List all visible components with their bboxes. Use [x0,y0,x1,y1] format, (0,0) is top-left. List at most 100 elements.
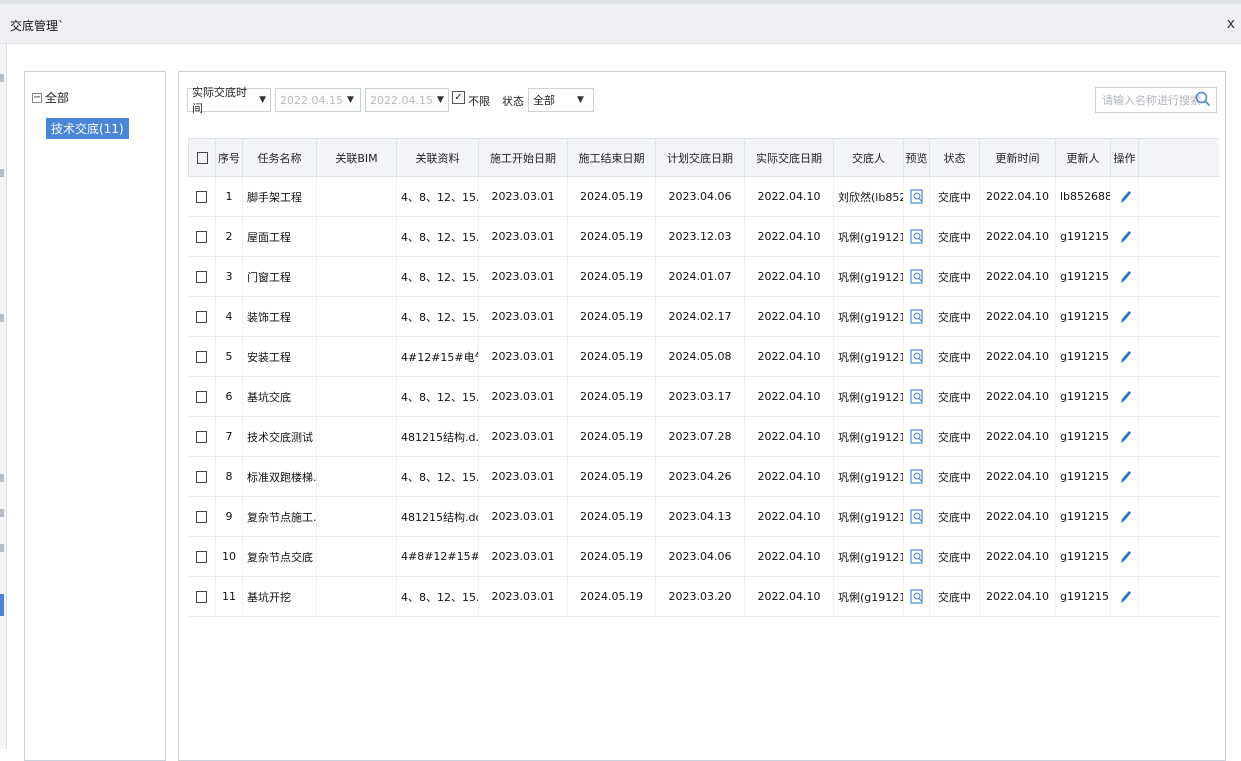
edit-cell[interactable] [1110,576,1139,617]
tree-node-tech-disclosure[interactable]: 技术交底(11) [46,118,129,139]
row-checkbox-cell[interactable] [188,296,216,337]
search-input[interactable]: 请输入名称进行搜索 [1095,87,1217,113]
edit-cell[interactable] [1110,376,1139,417]
table-row[interactable]: 9复杂节点施工... 481215结构.doc2023.03.012024.05.… [188,496,1219,537]
edit-cell[interactable] [1110,296,1139,337]
preview-icon[interactable] [909,509,924,524]
table-row[interactable]: 1 脚手架工程 4、8、12、15... 2023.03.01 2024.05.19 20… [188,176,1219,217]
preview-cell[interactable] [903,176,930,217]
cell-status[interactable]: 交底中 [929,296,980,337]
table-row[interactable]: 2 屋面工程 4、8、12、15... 2023.03.01 2024.05.19 202… [188,216,1219,257]
row-checkbox[interactable] [196,231,208,243]
pencil-icon[interactable] [1118,509,1132,525]
row-checkbox-cell[interactable] [188,376,216,417]
edit-cell[interactable] [1110,176,1139,217]
pencil-icon[interactable] [1118,469,1132,485]
cell-status[interactable]: 交底中 [929,376,980,417]
row-checkbox[interactable] [196,431,208,443]
preview-icon[interactable] [909,269,924,284]
preview-cell[interactable] [903,376,930,417]
edit-cell[interactable] [1110,256,1139,297]
table-row[interactable]: 11 基坑开挖 4、8、12、15... 2023.03.01 2024.05.19 20… [188,576,1219,617]
preview-cell[interactable] [903,536,930,577]
date-from-picker[interactable]: 2022.04.15 ▼ [275,88,361,112]
row-checkbox-cell[interactable] [188,416,216,457]
status-select[interactable]: 全部 ▼ [528,88,594,112]
collapse-icon[interactable]: − [32,92,42,103]
row-checkbox[interactable] [196,591,208,603]
cell-status[interactable]: 交底中 [929,496,980,537]
select-all-cell[interactable] [188,138,216,177]
cell-status[interactable]: 交底中 [929,336,980,377]
cell-status[interactable]: 交底中 [929,456,980,497]
row-checkbox-cell[interactable] [188,536,216,577]
preview-cell[interactable] [903,256,930,297]
edit-cell[interactable] [1110,416,1139,457]
preview-icon[interactable] [909,309,924,324]
edit-cell[interactable] [1110,216,1139,257]
table-row[interactable]: 10复杂节点交底 4#8#12#15#...2023.03.012024.05.1… [188,536,1219,577]
pencil-icon[interactable] [1118,389,1132,405]
row-checkbox-cell[interactable] [188,576,216,617]
row-checkbox[interactable] [196,351,208,363]
row-checkbox-cell[interactable] [188,336,216,377]
table-row[interactable]: 8 标准双跑楼梯... 4、8、12、15... 2023.03.01 2024.05.… [188,456,1219,497]
row-checkbox[interactable] [196,191,208,203]
row-checkbox[interactable] [196,271,208,283]
row-checkbox[interactable] [196,471,208,483]
table-row[interactable]: 7 技术交底测试 481215结构.d... 2023.03.01 2024.05.19… [188,416,1219,457]
cell-status[interactable]: 交底中 [929,256,980,297]
cell-status[interactable]: 交底中 [929,216,980,257]
unlimited-checkbox[interactable]: ✓ [452,91,465,104]
preview-cell[interactable] [903,416,930,457]
cell-status[interactable]: 交底中 [929,576,980,617]
table-row[interactable]: 3 门窗工程 4、8、12、15... 2023.03.01 2024.05.19 202… [188,256,1219,297]
row-checkbox[interactable] [196,511,208,523]
row-checkbox[interactable] [196,391,208,403]
pencil-icon[interactable] [1118,589,1132,605]
preview-cell[interactable] [903,296,930,337]
preview-cell[interactable] [903,216,930,257]
preview-cell[interactable] [903,496,930,537]
preview-icon[interactable] [909,589,924,604]
date-type-select[interactable]: 实际交底时间 ▼ [187,86,271,115]
table-row[interactable]: 6 基坑交底 4、8、12、15... 2023.03.01 2024.05.19 202… [188,376,1219,417]
date-to-picker[interactable]: 2022.04.15 ▼ [365,88,449,112]
cell-status[interactable]: 交底中 [929,416,980,457]
preview-icon[interactable] [909,429,924,444]
preview-cell[interactable] [903,576,930,617]
edit-cell[interactable] [1110,336,1139,377]
preview-icon[interactable] [909,349,924,364]
edit-cell[interactable] [1110,496,1139,537]
preview-icon[interactable] [909,549,924,564]
edit-cell[interactable] [1110,456,1139,497]
pencil-icon[interactable] [1118,349,1132,365]
pencil-icon[interactable] [1118,429,1132,445]
row-checkbox-cell[interactable] [188,216,216,257]
cell-status[interactable]: 交底中 [929,176,980,217]
table-row[interactable]: 5安装工程4#12#15#电气...2023.03.012024.05.1920… [188,336,1219,377]
pencil-icon[interactable] [1118,269,1132,285]
tree-node-all-label[interactable]: 全部 [45,89,69,106]
table-row[interactable]: 4 装饰工程 4、8、12、15... 2023.03.01 2024.05.19 202… [188,296,1219,337]
preview-cell[interactable] [903,336,930,377]
preview-icon[interactable] [909,389,924,404]
pencil-icon[interactable] [1118,189,1132,205]
row-checkbox[interactable] [196,551,208,563]
preview-icon[interactable] [909,189,924,204]
close-button[interactable]: x [1227,16,1235,32]
select-all-checkbox[interactable] [196,152,208,164]
row-checkbox-cell[interactable] [188,496,216,537]
search-icon[interactable] [1195,91,1211,107]
row-checkbox-cell[interactable] [188,176,216,217]
pencil-icon[interactable] [1118,309,1132,325]
edit-cell[interactable] [1110,536,1139,577]
pencil-icon[interactable] [1118,549,1132,565]
preview-cell[interactable] [903,456,930,497]
pencil-icon[interactable] [1118,229,1132,245]
preview-icon[interactable] [909,229,924,244]
row-checkbox-cell[interactable] [188,456,216,497]
tree-node-all[interactable]: − 全部 [32,89,69,106]
row-checkbox[interactable] [196,311,208,323]
preview-icon[interactable] [909,469,924,484]
